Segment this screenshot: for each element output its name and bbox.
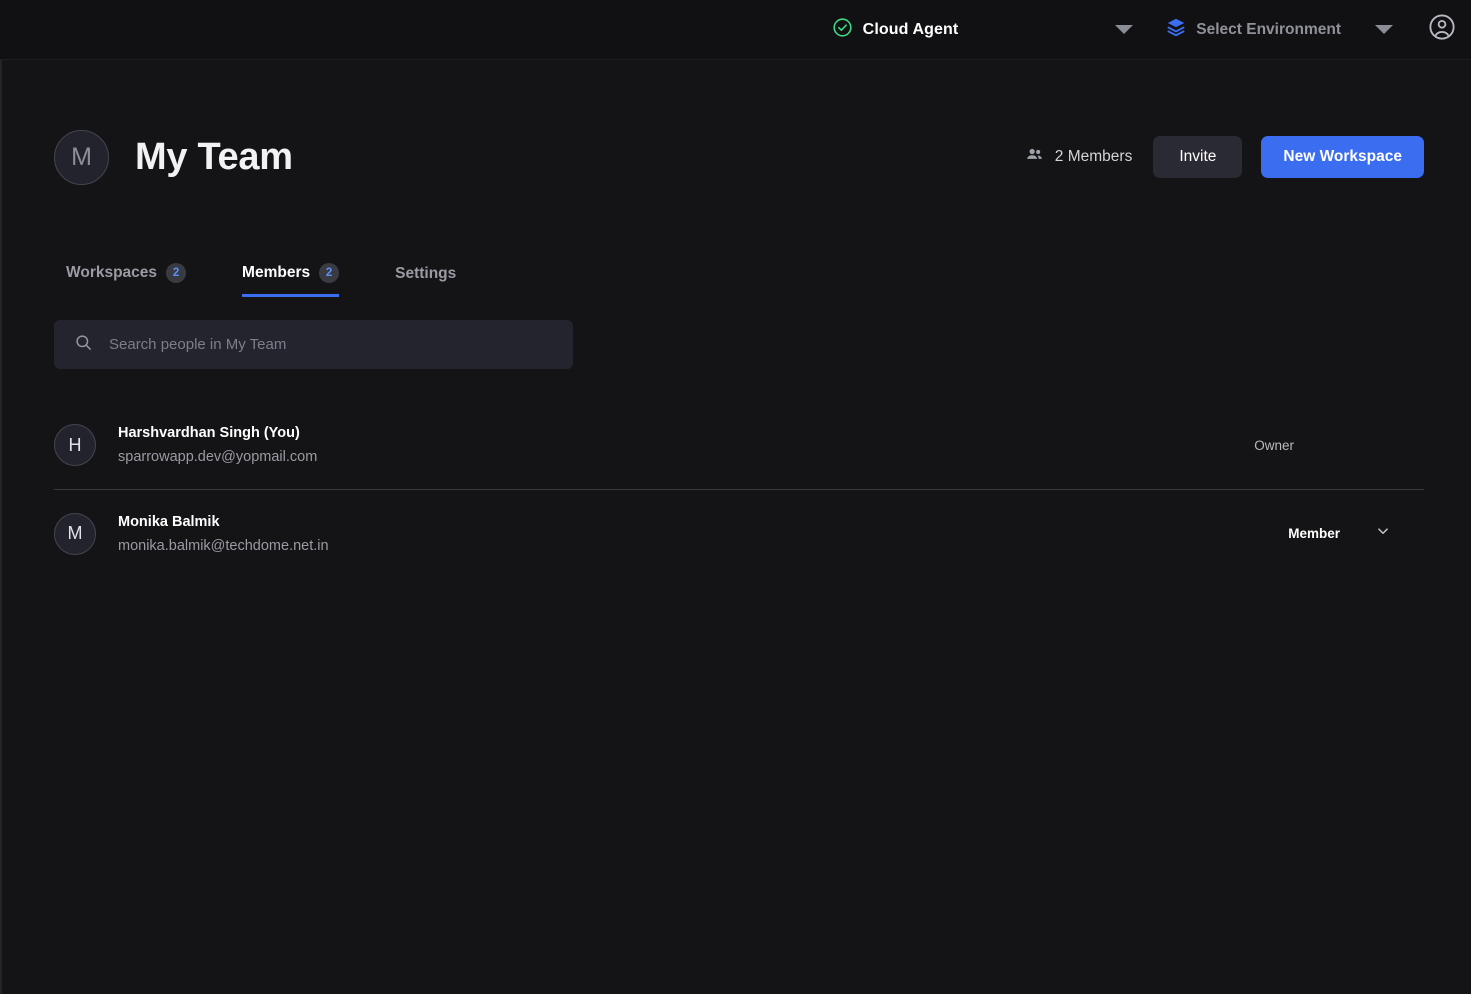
team-header: M My Team 2 Members Invite New Workspace [54, 124, 1424, 190]
top-bar: Cloud Agent Select Environment [0, 0, 1471, 59]
table-row: M Monika Balmik monika.balmik@techdome.n… [54, 489, 1424, 577]
member-email: sparrowapp.dev@yopmail.com [118, 449, 318, 465]
member-text: Harshvardhan Singh (You) sparrowapp.dev@… [118, 425, 317, 465]
tab-members-label: Members [242, 264, 311, 281]
member-count: 2 Members [1025, 145, 1133, 169]
environment-label: Select Environment [1196, 20, 1341, 38]
member-name: Harshvardhan Singh (You) [118, 425, 300, 441]
check-circle-icon [832, 17, 853, 43]
search-icon [74, 333, 93, 357]
member-identity: M Monika Balmik monika.balmik@techdome.n… [54, 512, 329, 555]
table-row: H Harshvardhan Singh (You) sparrowapp.de… [54, 401, 1424, 489]
header-actions: 2 Members Invite New Workspace [1025, 136, 1424, 178]
search-input[interactable] [109, 336, 553, 353]
member-role-dropdown[interactable]: Member [1288, 522, 1424, 545]
people-icon [1025, 145, 1044, 169]
team-identity: M My Team [54, 129, 293, 185]
tab-workspaces-label: Workspaces [66, 264, 158, 281]
tab-workspaces-badge: 2 [166, 263, 187, 283]
member-text: Monika Balmik monika.balmik@techdome.net… [118, 514, 329, 554]
team-avatar: M [54, 129, 109, 185]
tab-workspaces[interactable]: Workspaces 2 [66, 263, 187, 297]
role-label: Owner [1254, 437, 1294, 453]
member-role: Owner [1254, 438, 1424, 453]
tab-members[interactable]: Members 2 [242, 263, 340, 297]
layers-icon [1165, 16, 1187, 43]
caret-down-icon [1115, 25, 1134, 34]
tab-settings-label: Settings [395, 265, 457, 282]
cloud-agent-label: Cloud Agent [862, 20, 959, 38]
role-label: Member [1288, 526, 1340, 541]
new-workspace-button[interactable]: New Workspace [1261, 136, 1424, 178]
cloud-agent-selector[interactable]: Cloud Agent [832, 17, 959, 43]
search-bar[interactable] [54, 320, 573, 369]
cloud-agent-dropdown-toggle[interactable] [1103, 25, 1145, 34]
account-button[interactable] [1427, 12, 1457, 47]
chevron-down-icon[interactable] [1374, 522, 1392, 545]
account-circle-icon [1427, 12, 1457, 47]
environment-dropdown-toggle[interactable] [1363, 25, 1405, 34]
tab-members-badge: 2 [319, 263, 340, 283]
page-title: My Team [135, 135, 293, 178]
member-name: Monika Balmik [118, 513, 220, 530]
tab-bar: Workspaces 2 Members 2 Settings [66, 263, 512, 297]
invite-button[interactable]: Invite [1153, 136, 1243, 178]
member-count-label: 2 Members [1054, 148, 1133, 165]
tab-settings[interactable]: Settings [395, 265, 456, 297]
page-body: M My Team 2 Members Invite New Workspace [0, 59, 1471, 994]
member-list: H Harshvardhan Singh (You) sparrowapp.de… [54, 401, 1424, 577]
member-email: monika.balmik@techdome.net.in [118, 537, 329, 554]
environment-selector[interactable]: Select Environment [1165, 16, 1341, 43]
caret-down-icon [1375, 25, 1393, 34]
avatar: H [54, 424, 96, 466]
member-identity: H Harshvardhan Singh (You) sparrowapp.de… [54, 424, 317, 466]
avatar: M [54, 512, 96, 555]
